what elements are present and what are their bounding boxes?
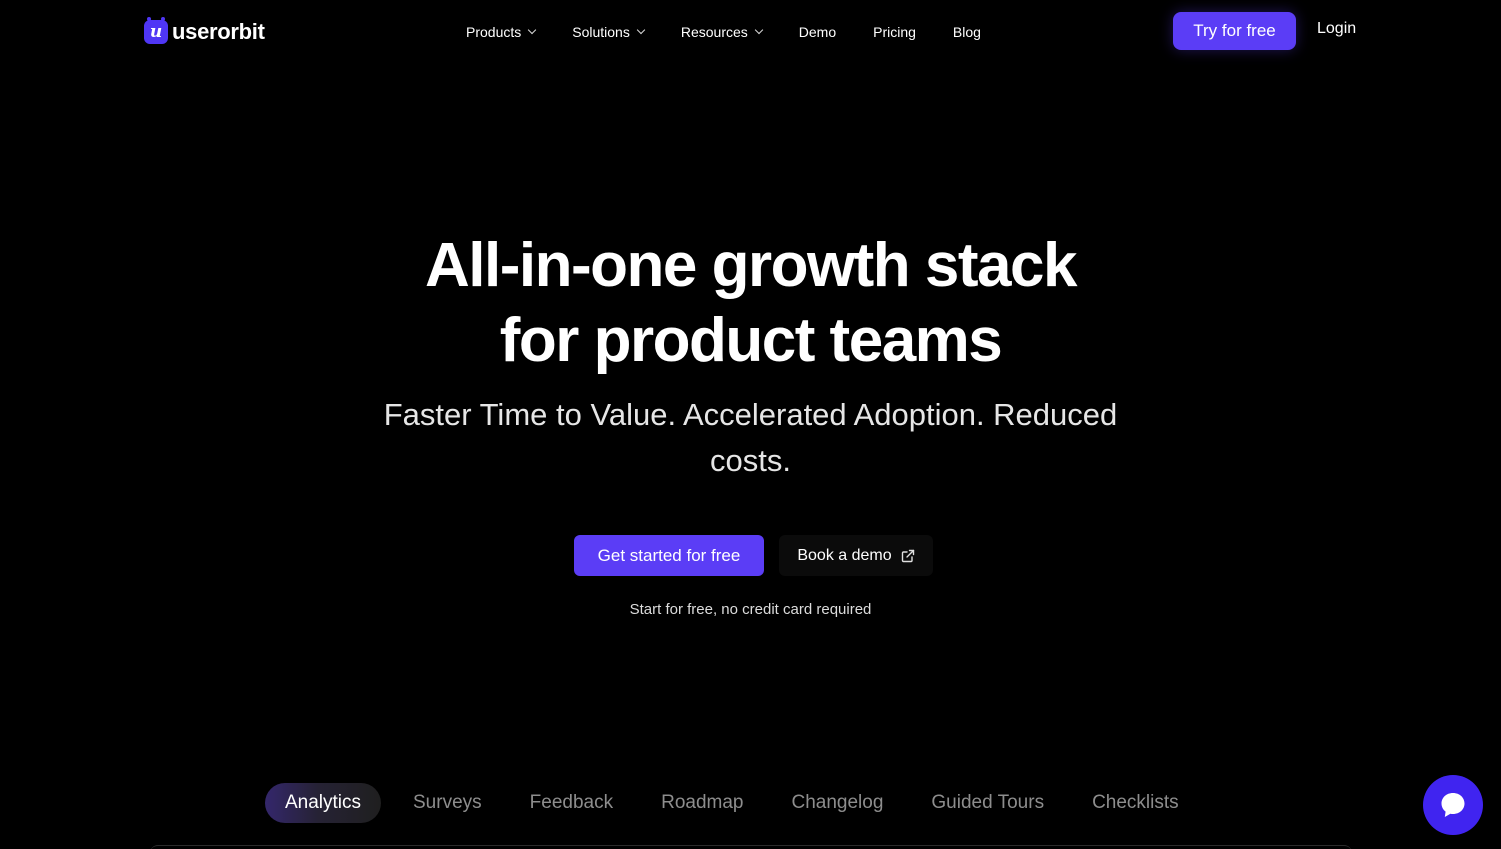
hero-subtitle: Faster Time to Value. Accelerated Adopti… bbox=[383, 397, 1118, 478]
nav-item-label: Demo bbox=[798, 24, 837, 40]
hero-title-line-1: All-in-one growth stack bbox=[425, 231, 1077, 300]
tab-roadmap[interactable]: Roadmap bbox=[661, 783, 743, 823]
tab-panel-edge bbox=[150, 845, 1352, 849]
nav-item-solutions[interactable]: Solutions bbox=[572, 24, 646, 40]
chevron-down-icon bbox=[528, 25, 537, 35]
logo[interactable]: u userorbit bbox=[144, 17, 265, 46]
tab-analytics[interactable]: Analytics bbox=[265, 783, 381, 823]
product-tabs: Analytics Surveys Feedback Roadmap Chang… bbox=[265, 783, 1179, 823]
get-started-button[interactable]: Get started for free bbox=[574, 535, 764, 576]
nav-menu: Products Solutions Resources Demo Pricin… bbox=[466, 20, 981, 44]
tab-guided-tours[interactable]: Guided Tours bbox=[931, 783, 1044, 823]
nav-item-label: Blog bbox=[952, 24, 981, 40]
hero-title: All-in-one growth stack for product team… bbox=[0, 228, 1501, 378]
try-for-free-button[interactable]: Try for free bbox=[1173, 12, 1296, 50]
nav-item-label: Solutions bbox=[572, 24, 630, 40]
login-link[interactable]: Login bbox=[1317, 20, 1356, 38]
chevron-down-icon bbox=[636, 25, 646, 35]
logo-mark-icon: u bbox=[144, 17, 168, 44]
nav-item-products[interactable]: Products bbox=[466, 24, 537, 40]
chat-bubble-icon bbox=[1438, 790, 1468, 820]
tab-surveys[interactable]: Surveys bbox=[413, 783, 482, 823]
nav-item-demo[interactable]: Demo bbox=[799, 24, 836, 40]
chevron-down-icon bbox=[754, 25, 764, 35]
tab-checklists[interactable]: Checklists bbox=[1092, 783, 1179, 823]
book-demo-label: Book a demo bbox=[797, 546, 892, 564]
book-demo-button[interactable]: Book a demo bbox=[779, 535, 933, 576]
tab-feedback[interactable]: Feedback bbox=[530, 783, 613, 823]
landing-page: u userorbit Products Solutions Resources… bbox=[0, 0, 1501, 849]
chat-launcher-button[interactable] bbox=[1423, 775, 1483, 835]
nav-item-pricing[interactable]: Pricing bbox=[873, 24, 916, 40]
no-credit-card-note: Start for free, no credit card required bbox=[629, 601, 872, 618]
top-navbar: u userorbit Products Solutions Resources… bbox=[0, 0, 1501, 64]
nav-item-resources[interactable]: Resources bbox=[680, 24, 764, 40]
nav-item-label: Resources bbox=[680, 24, 748, 40]
tab-changelog[interactable]: Changelog bbox=[791, 783, 883, 823]
hero-title-line-2: for product teams bbox=[499, 306, 1003, 375]
external-link-icon bbox=[901, 549, 915, 563]
nav-item-label: Pricing bbox=[873, 24, 916, 40]
nav-item-blog[interactable]: Blog bbox=[953, 24, 981, 40]
nav-item-label: Products bbox=[466, 24, 522, 40]
logo-text: userorbit bbox=[172, 19, 265, 44]
